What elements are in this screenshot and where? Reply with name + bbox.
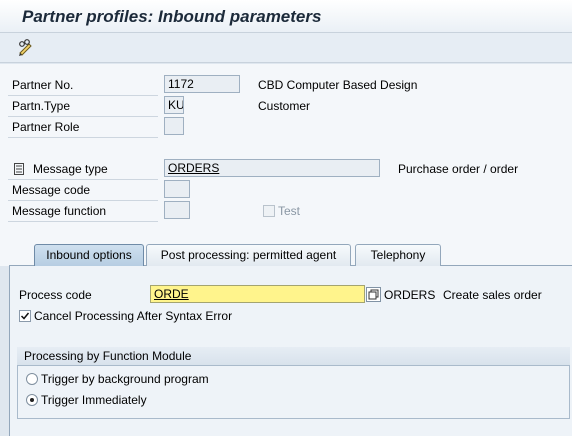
partner-role-field[interactable] xyxy=(164,117,184,135)
label-divider xyxy=(8,137,158,138)
label-divider xyxy=(8,179,158,180)
tab-telephony[interactable]: Telephony xyxy=(355,244,441,266)
message-type-field[interactable]: ORDERS xyxy=(164,159,380,177)
partner-type-description: Customer xyxy=(258,99,311,113)
test-label: Test xyxy=(278,204,301,218)
message-function-label: Message function xyxy=(12,204,107,218)
cancel-processing-label: Cancel Processing After Syntax Error xyxy=(34,309,233,323)
message-type-icon xyxy=(14,163,24,175)
partner-role-label: Partner Role xyxy=(12,120,80,134)
trigger-background-label: Trigger by background program xyxy=(41,372,209,386)
trigger-background-radio[interactable] xyxy=(26,373,38,385)
test-checkbox[interactable] xyxy=(263,205,275,217)
partner-type-label: Partn.Type xyxy=(12,99,71,113)
message-code-field[interactable] xyxy=(164,180,190,198)
partner-no-description: CBD Computer Based Design xyxy=(258,78,418,92)
radio-selected-dot xyxy=(30,398,34,402)
label-divider xyxy=(8,221,158,222)
message-type-label: Message type xyxy=(33,162,108,176)
message-code-label: Message code xyxy=(12,183,91,197)
checkmark-icon xyxy=(20,312,30,320)
partner-no-field[interactable]: 1172 xyxy=(164,75,240,93)
tab-post-processing[interactable]: Post processing: permitted agent xyxy=(146,244,351,266)
application-toolbar xyxy=(0,33,572,63)
partner-no-label: Partner No. xyxy=(12,78,74,92)
process-code-lookup-button[interactable] xyxy=(366,287,381,302)
message-type-description: Purchase order / order xyxy=(398,162,519,176)
display-change-button[interactable] xyxy=(16,38,36,58)
label-divider xyxy=(8,116,158,117)
message-function-field[interactable] xyxy=(164,201,190,219)
tab-inbound-options[interactable]: Inbound options xyxy=(34,244,144,266)
process-code-field[interactable]: ORDE xyxy=(150,285,365,303)
process-code-description: Create sales order xyxy=(443,288,542,302)
cancel-processing-checkbox[interactable] xyxy=(19,310,31,322)
process-code-name: ORDERS xyxy=(384,288,436,302)
trigger-immediately-label: Trigger Immediately xyxy=(41,393,147,407)
value-help-icon xyxy=(368,289,379,300)
trigger-immediately-radio[interactable] xyxy=(26,394,38,406)
processing-group-title: Processing by Function Module xyxy=(17,347,570,366)
process-code-label: Process code xyxy=(19,288,92,302)
label-divider xyxy=(8,95,158,96)
pencil-glasses-icon xyxy=(19,39,32,56)
screen-title: Partner profiles: Inbound parameters xyxy=(22,7,322,26)
title-bar: Partner profiles: Inbound parameters xyxy=(0,0,572,33)
partner-type-field[interactable]: KU xyxy=(164,96,184,114)
label-divider xyxy=(8,200,158,201)
